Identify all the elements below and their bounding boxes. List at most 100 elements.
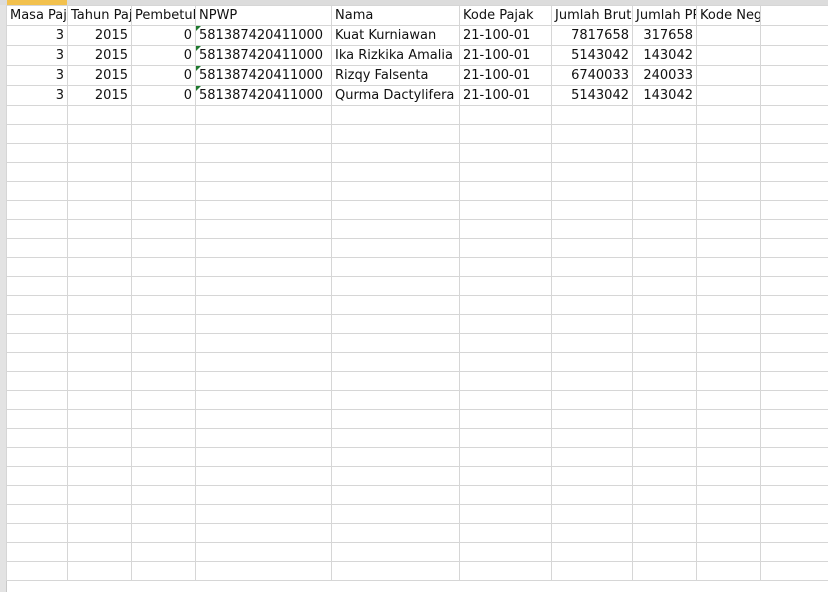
empty-cell[interactable]: [459, 238, 552, 258]
cell-pembetulan[interactable]: 0: [131, 25, 196, 46]
empty-cell[interactable]: [131, 561, 196, 581]
empty-cell[interactable]: [760, 542, 828, 562]
empty-cell[interactable]: [459, 276, 552, 296]
cell-jumlah-pph[interactable]: 143042: [632, 85, 697, 106]
empty-cell[interactable]: [760, 257, 828, 277]
empty-cell[interactable]: [696, 105, 761, 125]
empty-cell[interactable]: [459, 124, 552, 144]
empty-cell[interactable]: [331, 276, 460, 296]
empty-cell[interactable]: [632, 162, 697, 182]
empty-cell[interactable]: [195, 542, 332, 562]
empty-cell[interactable]: [459, 542, 552, 562]
empty-cell[interactable]: [551, 276, 633, 296]
empty-cell[interactable]: [696, 485, 761, 505]
header-cell-tahun-pajak[interactable]: Tahun Paj: [67, 5, 132, 26]
empty-cell[interactable]: [632, 314, 697, 334]
empty-cell[interactable]: [67, 276, 132, 296]
empty-cell[interactable]: [632, 371, 697, 391]
empty-cell[interactable]: [67, 219, 132, 239]
cell-tahun-pajak[interactable]: 2015: [67, 85, 132, 106]
empty-cell[interactable]: [696, 295, 761, 315]
empty-cell[interactable]: [67, 561, 132, 581]
header-cell-blank[interactable]: [760, 5, 828, 26]
header-cell-npwp[interactable]: NPWP: [195, 5, 332, 26]
empty-cell[interactable]: [760, 295, 828, 315]
empty-cell[interactable]: [6, 390, 68, 410]
empty-cell[interactable]: [131, 276, 196, 296]
empty-cell[interactable]: [551, 504, 633, 524]
header-cell-kode-pajak[interactable]: Kode Pajak: [459, 5, 552, 26]
empty-cell[interactable]: [760, 352, 828, 372]
cell-jumlah-bruto[interactable]: 5143042: [551, 45, 633, 66]
empty-cell[interactable]: [760, 466, 828, 486]
empty-cell[interactable]: [696, 143, 761, 163]
empty-cell[interactable]: [195, 485, 332, 505]
empty-cell[interactable]: [67, 143, 132, 163]
empty-cell[interactable]: [632, 523, 697, 543]
empty-cell[interactable]: [6, 143, 68, 163]
cell-pembetulan[interactable]: 0: [131, 45, 196, 66]
empty-cell[interactable]: [331, 314, 460, 334]
empty-cell[interactable]: [459, 295, 552, 315]
empty-cell[interactable]: [6, 276, 68, 296]
empty-cell[interactable]: [131, 314, 196, 334]
empty-cell[interactable]: [131, 371, 196, 391]
empty-cell[interactable]: [459, 314, 552, 334]
empty-cell[interactable]: [551, 105, 633, 125]
cell-pembetulan[interactable]: 0: [131, 65, 196, 86]
empty-cell[interactable]: [6, 466, 68, 486]
empty-cell[interactable]: [551, 447, 633, 467]
empty-cell[interactable]: [459, 428, 552, 448]
empty-cell[interactable]: [632, 238, 697, 258]
empty-cell[interactable]: [696, 219, 761, 239]
empty-cell[interactable]: [131, 124, 196, 144]
empty-cell[interactable]: [696, 504, 761, 524]
empty-cell[interactable]: [632, 466, 697, 486]
cell-tahun-pajak[interactable]: 2015: [67, 25, 132, 46]
empty-cell[interactable]: [632, 485, 697, 505]
empty-cell[interactable]: [696, 523, 761, 543]
empty-cell[interactable]: [6, 333, 68, 353]
empty-cell[interactable]: [760, 143, 828, 163]
empty-cell[interactable]: [551, 390, 633, 410]
empty-cell[interactable]: [67, 352, 132, 372]
empty-cell[interactable]: [551, 143, 633, 163]
cell-kode-pajak[interactable]: 21-100-01: [459, 25, 552, 46]
empty-cell[interactable]: [195, 371, 332, 391]
empty-cell[interactable]: [131, 352, 196, 372]
empty-cell[interactable]: [331, 542, 460, 562]
cell-nama[interactable]: Ika Rizkika Amalia: [331, 45, 460, 66]
empty-cell[interactable]: [696, 276, 761, 296]
empty-cell[interactable]: [331, 447, 460, 467]
empty-cell[interactable]: [760, 371, 828, 391]
cell-kode-negara[interactable]: [696, 85, 761, 106]
empty-cell[interactable]: [459, 523, 552, 543]
empty-cell[interactable]: [331, 333, 460, 353]
cell-masa-pajak[interactable]: 3: [6, 85, 68, 106]
cell-kode-negara[interactable]: [696, 65, 761, 86]
empty-cell[interactable]: [131, 542, 196, 562]
empty-cell[interactable]: [459, 181, 552, 201]
empty-cell[interactable]: [551, 124, 633, 144]
cell-masa-pajak[interactable]: 3: [6, 65, 68, 86]
cell-kode-pajak[interactable]: 21-100-01: [459, 85, 552, 106]
cell-blank[interactable]: [760, 65, 828, 86]
empty-cell[interactable]: [195, 428, 332, 448]
empty-cell[interactable]: [6, 314, 68, 334]
empty-cell[interactable]: [632, 352, 697, 372]
empty-cell[interactable]: [632, 409, 697, 429]
empty-cell[interactable]: [459, 371, 552, 391]
empty-cell[interactable]: [131, 485, 196, 505]
empty-cell[interactable]: [760, 523, 828, 543]
empty-cell[interactable]: [331, 181, 460, 201]
empty-cell[interactable]: [696, 466, 761, 486]
empty-cell[interactable]: [551, 162, 633, 182]
empty-cell[interactable]: [331, 466, 460, 486]
cell-kode-pajak[interactable]: 21-100-01: [459, 45, 552, 66]
empty-cell[interactable]: [760, 276, 828, 296]
empty-cell[interactable]: [551, 561, 633, 581]
empty-cell[interactable]: [6, 219, 68, 239]
empty-cell[interactable]: [632, 447, 697, 467]
empty-cell[interactable]: [195, 181, 332, 201]
empty-cell[interactable]: [6, 447, 68, 467]
